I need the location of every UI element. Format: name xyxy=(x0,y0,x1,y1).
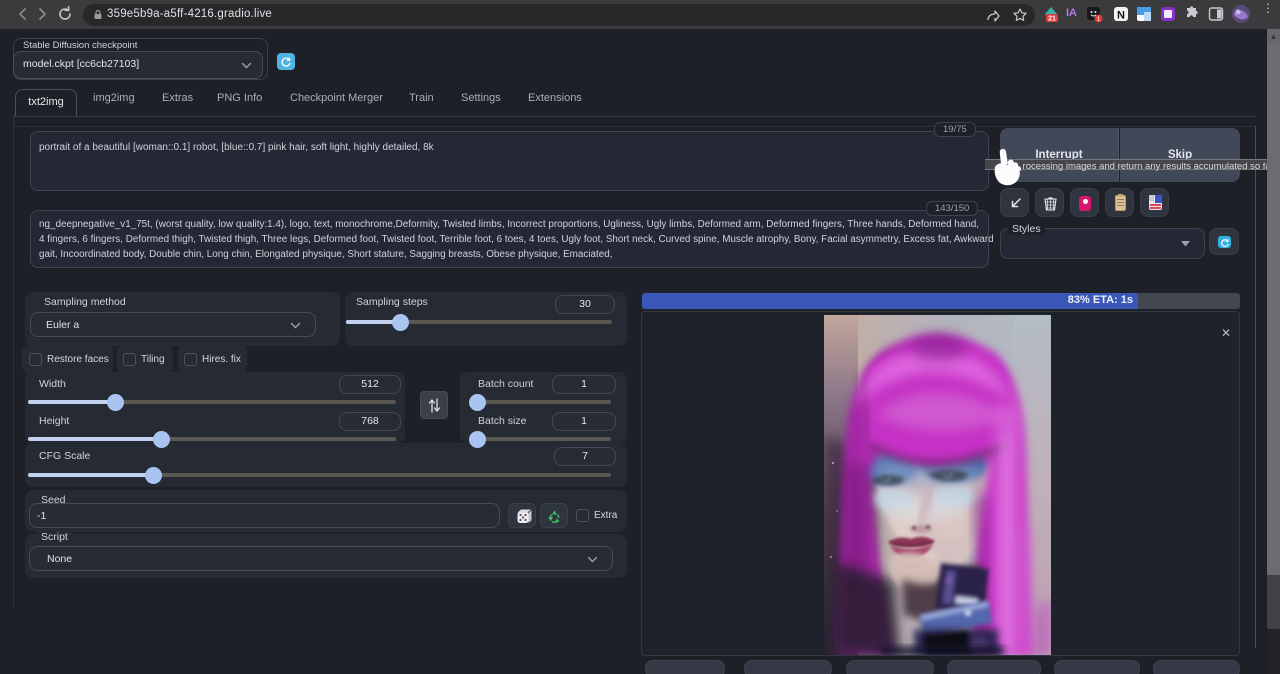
svg-text:1: 1 xyxy=(1097,16,1101,23)
svg-text:N: N xyxy=(1117,10,1125,22)
svg-text:21: 21 xyxy=(1048,16,1056,23)
